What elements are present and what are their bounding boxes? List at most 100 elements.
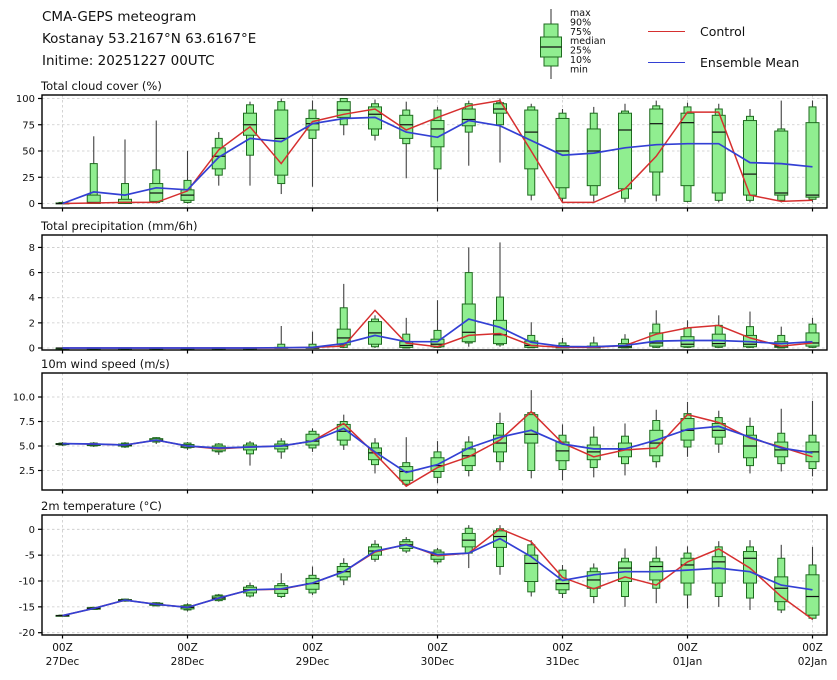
boxplot — [243, 102, 256, 186]
x-tick-label-date: 31Dec — [546, 656, 580, 668]
x-tick-label-time: 00Z — [802, 642, 823, 654]
box-25-75 — [806, 123, 819, 198]
panel-3: -20 -15 -10 -5 0 00Z 27Dec 00Z 28Dec 00Z 29Dec 00Z 3… — [19, 515, 828, 668]
y-tick-label: 50 — [22, 147, 35, 158]
box-25-75 — [525, 415, 538, 443]
box-25-75 — [775, 577, 788, 602]
header: CMA-GEPS meteogram Kostanay 53.2167°N 63… — [42, 6, 256, 72]
panel-0: 0 25 50 75 100 — [16, 94, 827, 212]
x-tick-label-date: 28Dec — [171, 656, 205, 668]
y-tick-label: -10 — [19, 577, 35, 588]
boxplot — [806, 547, 819, 620]
x-tick-label-time: 00Z — [677, 642, 698, 654]
x-tick-label-time: 00Z — [427, 642, 448, 654]
boxplot — [681, 320, 694, 348]
y-tick-label: 7.5 — [19, 417, 35, 428]
boxplot — [462, 101, 475, 166]
page-title: CMA-GEPS meteogram — [42, 6, 256, 28]
boxplot — [806, 401, 819, 476]
boxplot — [243, 441, 256, 466]
boxplot — [306, 332, 319, 349]
boxplot — [587, 426, 600, 477]
y-tick-label: -5 — [25, 551, 35, 562]
legend-entry-ensemble-mean: Ensemble Mean — [648, 54, 799, 70]
panel-title-temperature: 2m temperature (°C) — [41, 499, 162, 513]
y-tick-label: 4 — [29, 293, 35, 304]
boxplot — [462, 525, 475, 568]
init-time: Initime: 20251227 00UTC — [42, 50, 256, 72]
box-25-75 — [587, 129, 600, 186]
x-tick-label-date: 27Dec — [46, 656, 80, 668]
panel-title-cloud-cover: Total cloud cover (%) — [41, 79, 162, 93]
x-tick-label-time: 00Z — [52, 642, 73, 654]
x-tick-label-time: 00Z — [177, 642, 198, 654]
boxplot — [806, 101, 819, 203]
boxplot — [556, 565, 569, 598]
boxplot — [150, 121, 163, 204]
x-tick-label-time: 00Z — [302, 642, 323, 654]
y-tick-label: 0 — [29, 199, 35, 210]
boxplot — [368, 315, 381, 348]
boxplot — [650, 546, 663, 603]
box-25-75 — [556, 580, 569, 590]
control-line-swatch — [648, 31, 685, 32]
boxplot — [431, 107, 444, 201]
x-tick-label-date: 01Jan — [673, 656, 703, 668]
box-25-75 — [493, 320, 506, 343]
boxplot — [712, 411, 725, 453]
panel-2: 2.55.07.510.0 — [13, 373, 827, 494]
boxplot — [525, 390, 538, 478]
box-25-75 — [525, 110, 538, 169]
y-tick-label: 75 — [22, 120, 35, 131]
boxplot — [493, 413, 506, 471]
y-tick-label: 5.0 — [19, 442, 35, 453]
panel-title-precipitation: Total precipitation (mm/6h) — [41, 219, 197, 233]
y-tick-label: 2.5 — [19, 466, 35, 477]
boxplot — [306, 101, 319, 187]
panel-border — [42, 515, 827, 635]
boxplot — [618, 104, 631, 203]
box-25-75 — [712, 557, 725, 583]
box-25-75 — [275, 110, 288, 175]
boxplot — [712, 104, 725, 203]
boxplot — [462, 247, 475, 346]
boxplot — [400, 102, 413, 179]
y-tick-label: 6 — [29, 268, 35, 279]
station-location: Kostanay 53.2167°N 63.6167°E — [42, 28, 256, 50]
boxplot — [525, 540, 538, 596]
box-25-75 — [681, 337, 694, 347]
meteogram-app: 0255075100024682.55.07.510.0-20-15-10-50… — [0, 0, 837, 680]
y-tick-label: -20 — [19, 628, 35, 639]
legend-entry-control: Control — [648, 23, 745, 39]
y-tick-label: 0 — [29, 344, 35, 355]
boxplot — [556, 424, 569, 480]
boxplot — [275, 326, 288, 348]
legend-box-label: min — [570, 64, 588, 75]
boxplot — [493, 242, 506, 346]
y-tick-label: -15 — [19, 602, 35, 613]
legend-boxplot-glyph: max90%75%median25%10%min — [541, 8, 606, 79]
y-tick-label: 100 — [16, 94, 35, 105]
y-tick-label: 8 — [29, 243, 35, 254]
box-25-75 — [712, 115, 725, 193]
boxplot — [337, 99, 350, 136]
panel-1: 0 2 4 6 8 — [29, 235, 827, 355]
y-tick-label: 25 — [22, 173, 35, 184]
boxplot — [337, 284, 350, 348]
x-tick-label-date: 29Dec — [296, 656, 330, 668]
box-25-75 — [806, 575, 819, 615]
legend-ensemble-mean-label: Ensemble Mean — [700, 55, 799, 70]
boxplot — [743, 109, 756, 202]
boxplot — [275, 573, 288, 598]
legend-control-label: Control — [700, 24, 745, 39]
y-tick-label: 2 — [29, 318, 35, 329]
box-25-75 — [681, 113, 694, 185]
box-25-75 — [650, 109, 663, 172]
panel-title-wind-speed: 10m wind speed (m/s) — [41, 357, 170, 371]
boxplot — [743, 418, 756, 474]
boxplot — [400, 437, 413, 486]
boxplot — [743, 540, 756, 610]
boxplot — [275, 99, 288, 195]
boxplot — [681, 546, 694, 608]
y-tick-label: 0 — [29, 525, 35, 536]
